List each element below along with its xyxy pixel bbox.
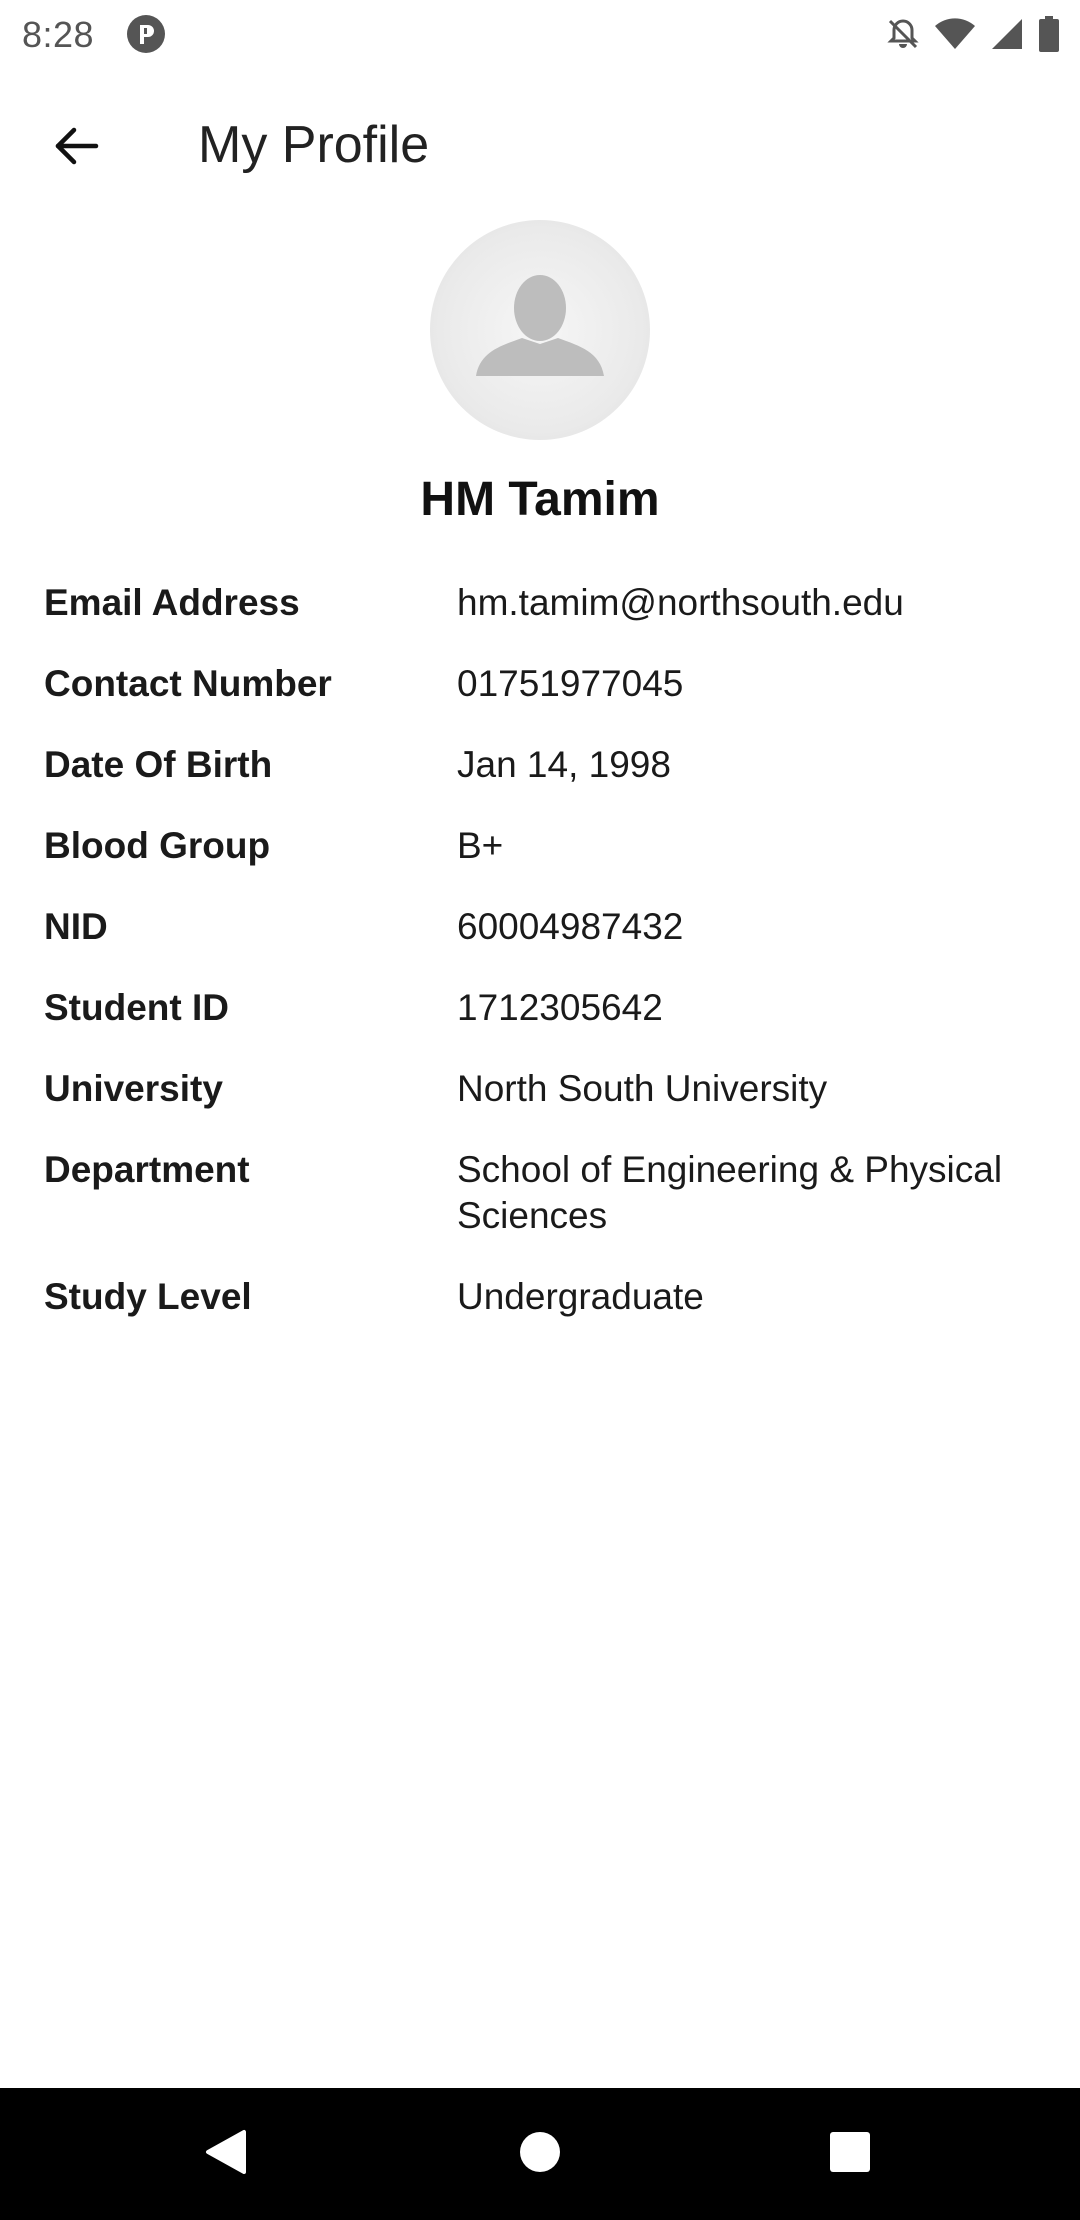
app-bar: My Profile — [0, 66, 1080, 220]
info-value: hm.tamim@northsouth.edu — [457, 582, 904, 623]
system-navigation-bar — [0, 2088, 1080, 2220]
notifications-off-icon — [886, 17, 920, 51]
battery-icon — [1038, 16, 1060, 52]
info-value: Jan 14, 1998 — [457, 744, 671, 785]
wifi-icon — [934, 17, 976, 51]
status-time: 8:28 — [22, 14, 95, 55]
info-label: Date Of Birth — [44, 744, 273, 785]
info-value: North South University — [457, 1068, 828, 1109]
status-bar: 8:28 — [0, 0, 1080, 66]
info-value: 60004987432 — [457, 906, 684, 947]
info-row-blood-group: Blood Group B+ — [44, 823, 1044, 904]
info-row-university: University North South University — [44, 1066, 1044, 1147]
info-value: 01751977045 — [457, 663, 684, 704]
person-silhouette-icon — [476, 275, 604, 376]
info-row-department: Department School of Engineering & Physi… — [44, 1147, 1044, 1274]
home-circle-icon — [518, 2130, 562, 2179]
info-label: Study Level — [44, 1276, 252, 1317]
info-label: Blood Group — [44, 825, 271, 866]
info-row-email: Email Address hm.tamim@northsouth.edu — [44, 580, 1044, 661]
info-row-contact: Contact Number 01751977045 — [44, 661, 1044, 742]
recents-square-icon — [828, 2130, 872, 2179]
back-button[interactable] — [36, 108, 116, 188]
info-row-dob: Date Of Birth Jan 14, 1998 — [44, 742, 1044, 823]
status-icons — [886, 14, 1060, 54]
info-label: Department — [44, 1149, 250, 1190]
info-row-nid: NID 60004987432 — [44, 904, 1044, 985]
info-label: Student ID — [44, 987, 229, 1028]
profile-name: HM Tamim — [420, 473, 660, 526]
info-value: School of Engineering & Physical Science… — [457, 1149, 1003, 1236]
info-value: 1712305642 — [457, 987, 663, 1028]
app-notification-icon — [126, 14, 166, 54]
info-row-student-id: Student ID 1712305642 — [44, 985, 1044, 1066]
nav-back-button[interactable] — [166, 2088, 286, 2220]
nav-home-button[interactable] — [480, 2088, 600, 2220]
info-value: B+ — [457, 825, 504, 866]
back-triangle-icon — [204, 2128, 248, 2181]
info-row-study-level: Study Level Undergraduate — [44, 1274, 1044, 1355]
profile-info-list: Email Address hm.tamim@northsouth.edu Co… — [44, 580, 1044, 1355]
arrow-left-icon — [52, 122, 100, 175]
avatar — [430, 220, 650, 440]
info-label: University — [44, 1068, 223, 1109]
info-label: NID — [44, 906, 108, 947]
signal-icon — [990, 17, 1024, 51]
info-label: Email Address — [44, 582, 300, 623]
info-label: Contact Number — [44, 663, 332, 704]
page-title: My Profile — [198, 116, 430, 174]
info-value: Undergraduate — [457, 1276, 704, 1317]
nav-recents-button[interactable] — [790, 2088, 910, 2220]
